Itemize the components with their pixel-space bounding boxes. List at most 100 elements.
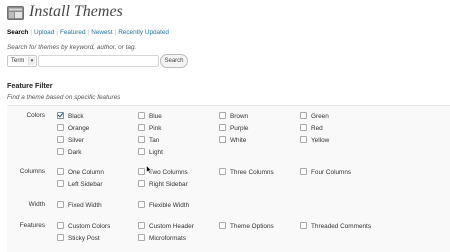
filter-option-silver[interactable]: Silver (57, 136, 84, 144)
filter-option-threaded-comments[interactable]: Threaded Comments (300, 222, 371, 230)
filter-option-microformats[interactable]: Microformats (138, 234, 186, 242)
checkbox[interactable] (300, 112, 307, 119)
filter-option-light[interactable]: Light (138, 148, 163, 156)
filter-option-black[interactable]: Black (57, 112, 84, 120)
filter-option-right-sidebar[interactable]: Right Sidebar (138, 180, 188, 188)
option-label: Purple (230, 125, 249, 132)
filter-option-pink[interactable]: Pink (138, 124, 161, 132)
subnav-search[interactable]: Search (7, 29, 28, 36)
checkbox[interactable] (57, 124, 64, 131)
checkbox[interactable] (138, 234, 145, 241)
option-label: Three Columns (230, 169, 274, 176)
option-label: Dark (68, 149, 82, 156)
subnav-separator: | (30, 29, 32, 36)
search-input[interactable] (38, 55, 159, 67)
group-label-width: Width (28, 201, 45, 208)
filter-option-purple[interactable]: Purple (219, 124, 248, 132)
checkbox[interactable] (300, 124, 307, 131)
option-label: One Column (68, 169, 104, 176)
subnav-featured[interactable]: Featured (60, 29, 86, 36)
search-type-value: Term (11, 57, 25, 64)
checkbox[interactable] (138, 136, 145, 143)
search-description: Search for themes by keyword, author, or… (7, 44, 137, 51)
subnav: Search | Upload | Featured | Newest | Recently U… (7, 29, 169, 36)
option-label: Brown (230, 113, 249, 120)
checkbox[interactable] (219, 222, 226, 229)
checkbox[interactable] (138, 180, 145, 187)
checkbox[interactable] (57, 180, 64, 187)
option-label: Four Columns (311, 169, 352, 176)
subnav-newest[interactable]: Newest (91, 29, 112, 36)
filter-option-theme-options[interactable]: Theme Options (219, 222, 274, 230)
filter-option-white[interactable]: White (219, 136, 246, 144)
checkbox[interactable] (138, 222, 145, 229)
appearance-icon (7, 6, 24, 20)
filter-option-sticky-post[interactable]: Sticky Post (57, 234, 100, 242)
subnav-recently-updated[interactable]: Recently Updated (118, 29, 169, 36)
checkbox[interactable] (138, 168, 145, 175)
checkbox[interactable] (57, 201, 64, 208)
feature-filter-description: Find a theme based on specific features (7, 94, 121, 101)
checkbox[interactable] (300, 168, 307, 175)
option-label: Tan (149, 137, 160, 144)
filter-option-brown[interactable]: Brown (219, 112, 248, 120)
select-arrow-icon: ▾ (28, 57, 35, 65)
option-label: White (230, 137, 247, 144)
option-label: Theme Options (230, 223, 274, 230)
option-label: Threaded Comments (311, 223, 372, 230)
filter-option-fixed-width[interactable]: Fixed Width (57, 201, 102, 209)
checkbox[interactable] (300, 222, 307, 229)
filter-option-green[interactable]: Green (300, 112, 329, 120)
checkbox[interactable] (57, 234, 64, 241)
filter-option-yellow[interactable]: Yellow (300, 136, 329, 144)
page-title: Install Themes (29, 3, 123, 20)
filter-option-left-sidebar[interactable]: Left Sidebar (57, 180, 102, 188)
mouse-cursor-icon (146, 165, 152, 174)
checkbox[interactable] (138, 201, 145, 208)
filter-option-blue[interactable]: Blue (138, 112, 162, 120)
group-label-columns: Columns (19, 168, 45, 175)
option-label: Black (68, 113, 84, 120)
subnav-upload[interactable]: Upload (34, 29, 54, 36)
option-label: Sticky Post (68, 235, 100, 242)
option-label: Flexible Width (149, 202, 190, 209)
option-label: Green (311, 113, 329, 120)
checkbox[interactable] (219, 124, 226, 131)
checkbox[interactable] (57, 148, 64, 155)
checkbox[interactable] (57, 222, 64, 229)
filter-option-red[interactable]: Red (300, 124, 323, 132)
checkbox[interactable] (57, 136, 64, 143)
option-label: Pink (149, 125, 162, 132)
filter-option-three-columns[interactable]: Three Columns (219, 168, 274, 176)
option-label: Microformats (149, 235, 186, 242)
option-label: Blue (149, 113, 162, 120)
checkbox[interactable] (138, 112, 145, 119)
option-label: Yellow (311, 137, 330, 144)
filter-option-tan[interactable]: Tan (138, 136, 159, 144)
search-button[interactable]: Search (160, 54, 188, 68)
checkbox[interactable] (57, 168, 64, 175)
filter-option-custom-colors[interactable]: Custom Colors (57, 222, 110, 230)
checkbox[interactable] (219, 168, 226, 175)
group-label-colors: Colors (26, 112, 45, 119)
filter-option-one-column[interactable]: One Column (57, 168, 104, 176)
option-label: Custom Colors (68, 223, 111, 230)
subnav-separator: | (114, 29, 117, 36)
filter-option-dark[interactable]: Dark (57, 148, 82, 156)
checkbox[interactable] (219, 112, 226, 119)
option-label: Right Sidebar (149, 181, 188, 188)
search-type-select[interactable]: Term ▾ (7, 55, 37, 67)
checkbox-checked[interactable] (57, 112, 64, 119)
option-label: Orange (68, 125, 90, 132)
subnav-separator: | (87, 29, 90, 36)
filter-option-custom-header[interactable]: Custom Header (138, 222, 194, 230)
filter-option-flexible-width[interactable]: Flexible Width (138, 201, 189, 209)
checkbox[interactable] (219, 136, 226, 143)
filter-option-orange[interactable]: Orange (57, 124, 89, 132)
checkbox[interactable] (300, 136, 307, 143)
option-label: Left Sidebar (68, 181, 103, 188)
checkbox[interactable] (138, 124, 145, 131)
checkbox[interactable] (138, 148, 145, 155)
filter-option-four-columns[interactable]: Four Columns (300, 168, 351, 176)
option-label: Two Columns (149, 169, 188, 176)
